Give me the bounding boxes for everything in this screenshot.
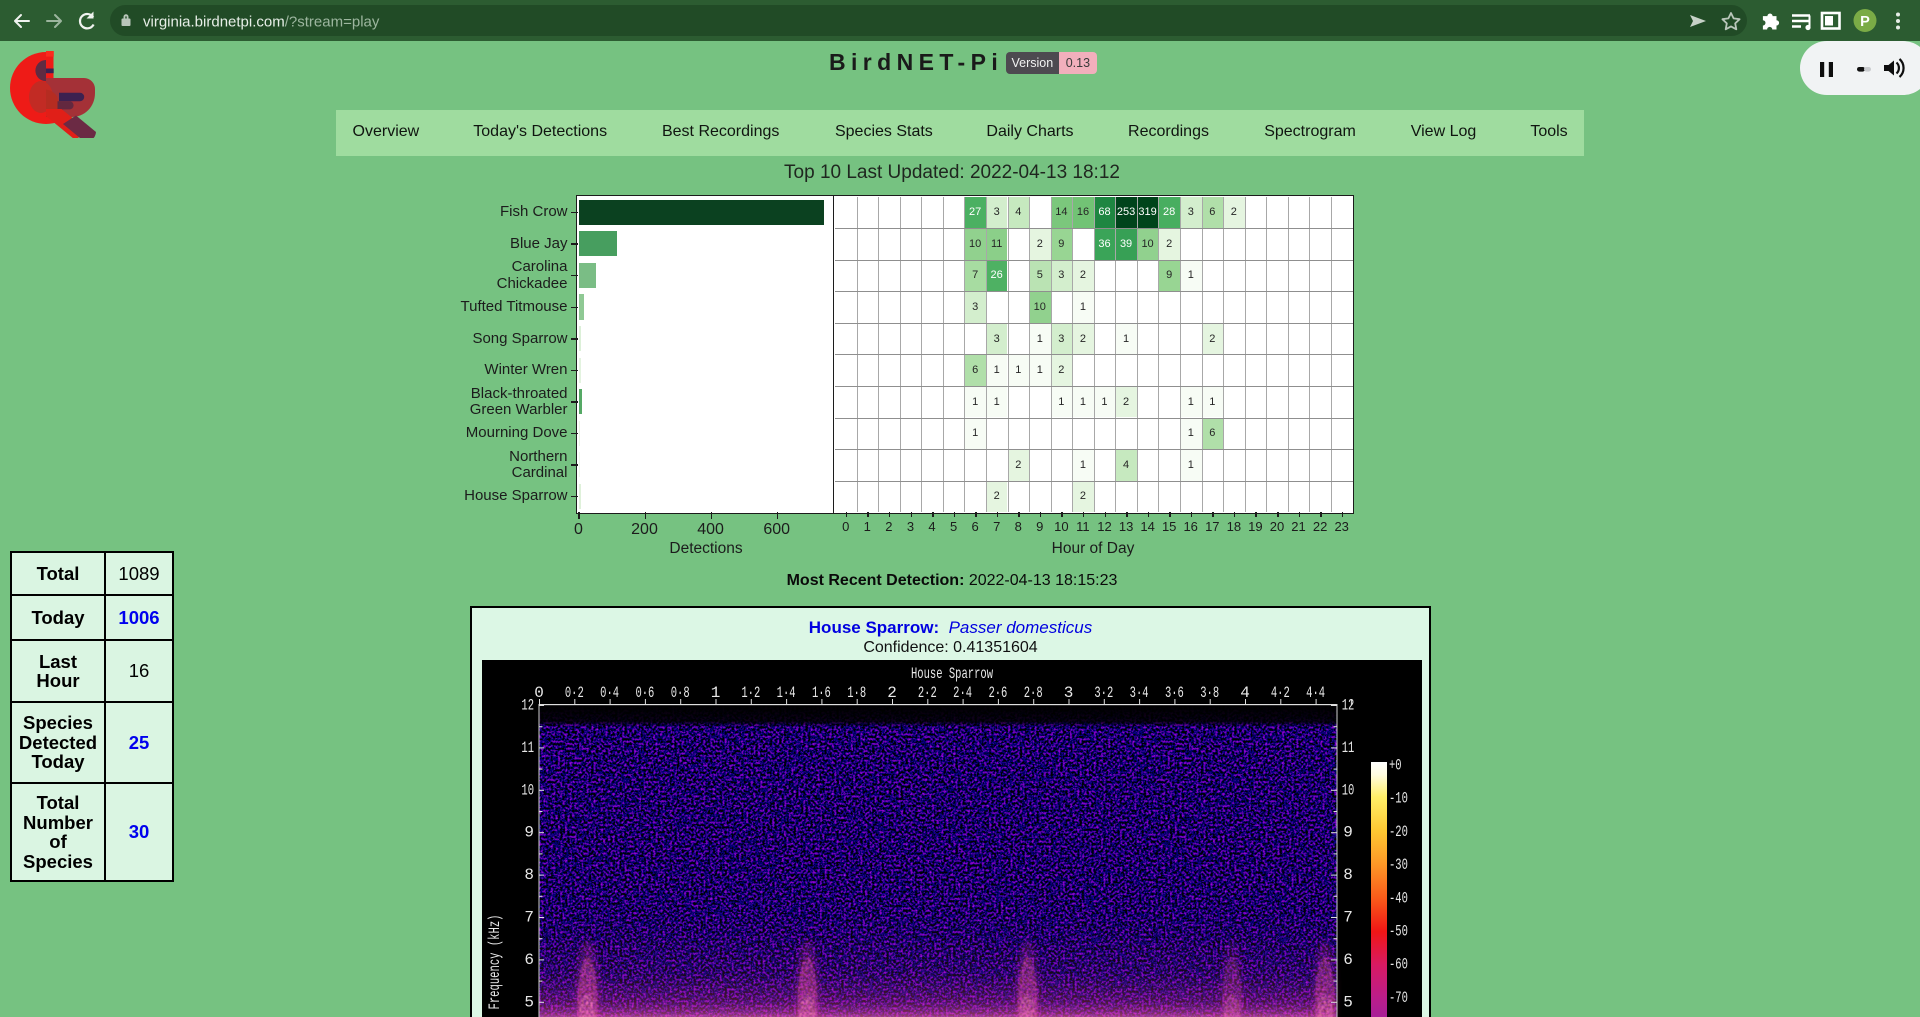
- svg-text:11: 11: [521, 739, 534, 757]
- svg-text:+0: +0: [1389, 757, 1402, 775]
- svg-text:-30: -30: [1389, 856, 1408, 874]
- svg-text:2·8: 2·8: [1024, 684, 1043, 702]
- svg-text:P: P: [1860, 14, 1870, 30]
- svg-text:12: 12: [1342, 697, 1355, 715]
- svg-text:0·4: 0·4: [600, 684, 619, 702]
- svg-text:0·2: 0·2: [565, 684, 584, 702]
- svg-text:6: 6: [1343, 951, 1353, 969]
- svg-text:10: 10: [521, 781, 534, 799]
- svg-text:-50: -50: [1389, 923, 1408, 941]
- svg-text:-60: -60: [1389, 956, 1408, 974]
- svg-text:5: 5: [1343, 993, 1353, 1011]
- svg-text:House Sparrow: House Sparrow: [911, 665, 993, 683]
- svg-text:8: 8: [1343, 866, 1353, 884]
- svg-text:12: 12: [521, 697, 534, 715]
- svg-text:10: 10: [1342, 781, 1355, 799]
- svg-text:8: 8: [524, 866, 534, 884]
- svg-text:-40: -40: [1389, 889, 1408, 907]
- svg-text:-70: -70: [1389, 989, 1408, 1007]
- svg-text:5: 5: [524, 993, 534, 1011]
- svg-text:9: 9: [524, 824, 534, 842]
- svg-text:9: 9: [1343, 824, 1353, 842]
- svg-text:7: 7: [524, 909, 534, 927]
- svg-text:11: 11: [1342, 739, 1355, 757]
- svg-text:-20: -20: [1389, 823, 1408, 841]
- svg-text:3·8: 3·8: [1200, 684, 1219, 702]
- svg-text:6: 6: [524, 951, 534, 969]
- svg-text:virginia.birdnetpi.com/?stream: virginia.birdnetpi.com/?stream=play: [143, 14, 380, 31]
- svg-text:7: 7: [1343, 909, 1353, 927]
- svg-text:Frequency (kHz): Frequency (kHz): [486, 915, 504, 1010]
- svg-text:-10: -10: [1389, 790, 1408, 808]
